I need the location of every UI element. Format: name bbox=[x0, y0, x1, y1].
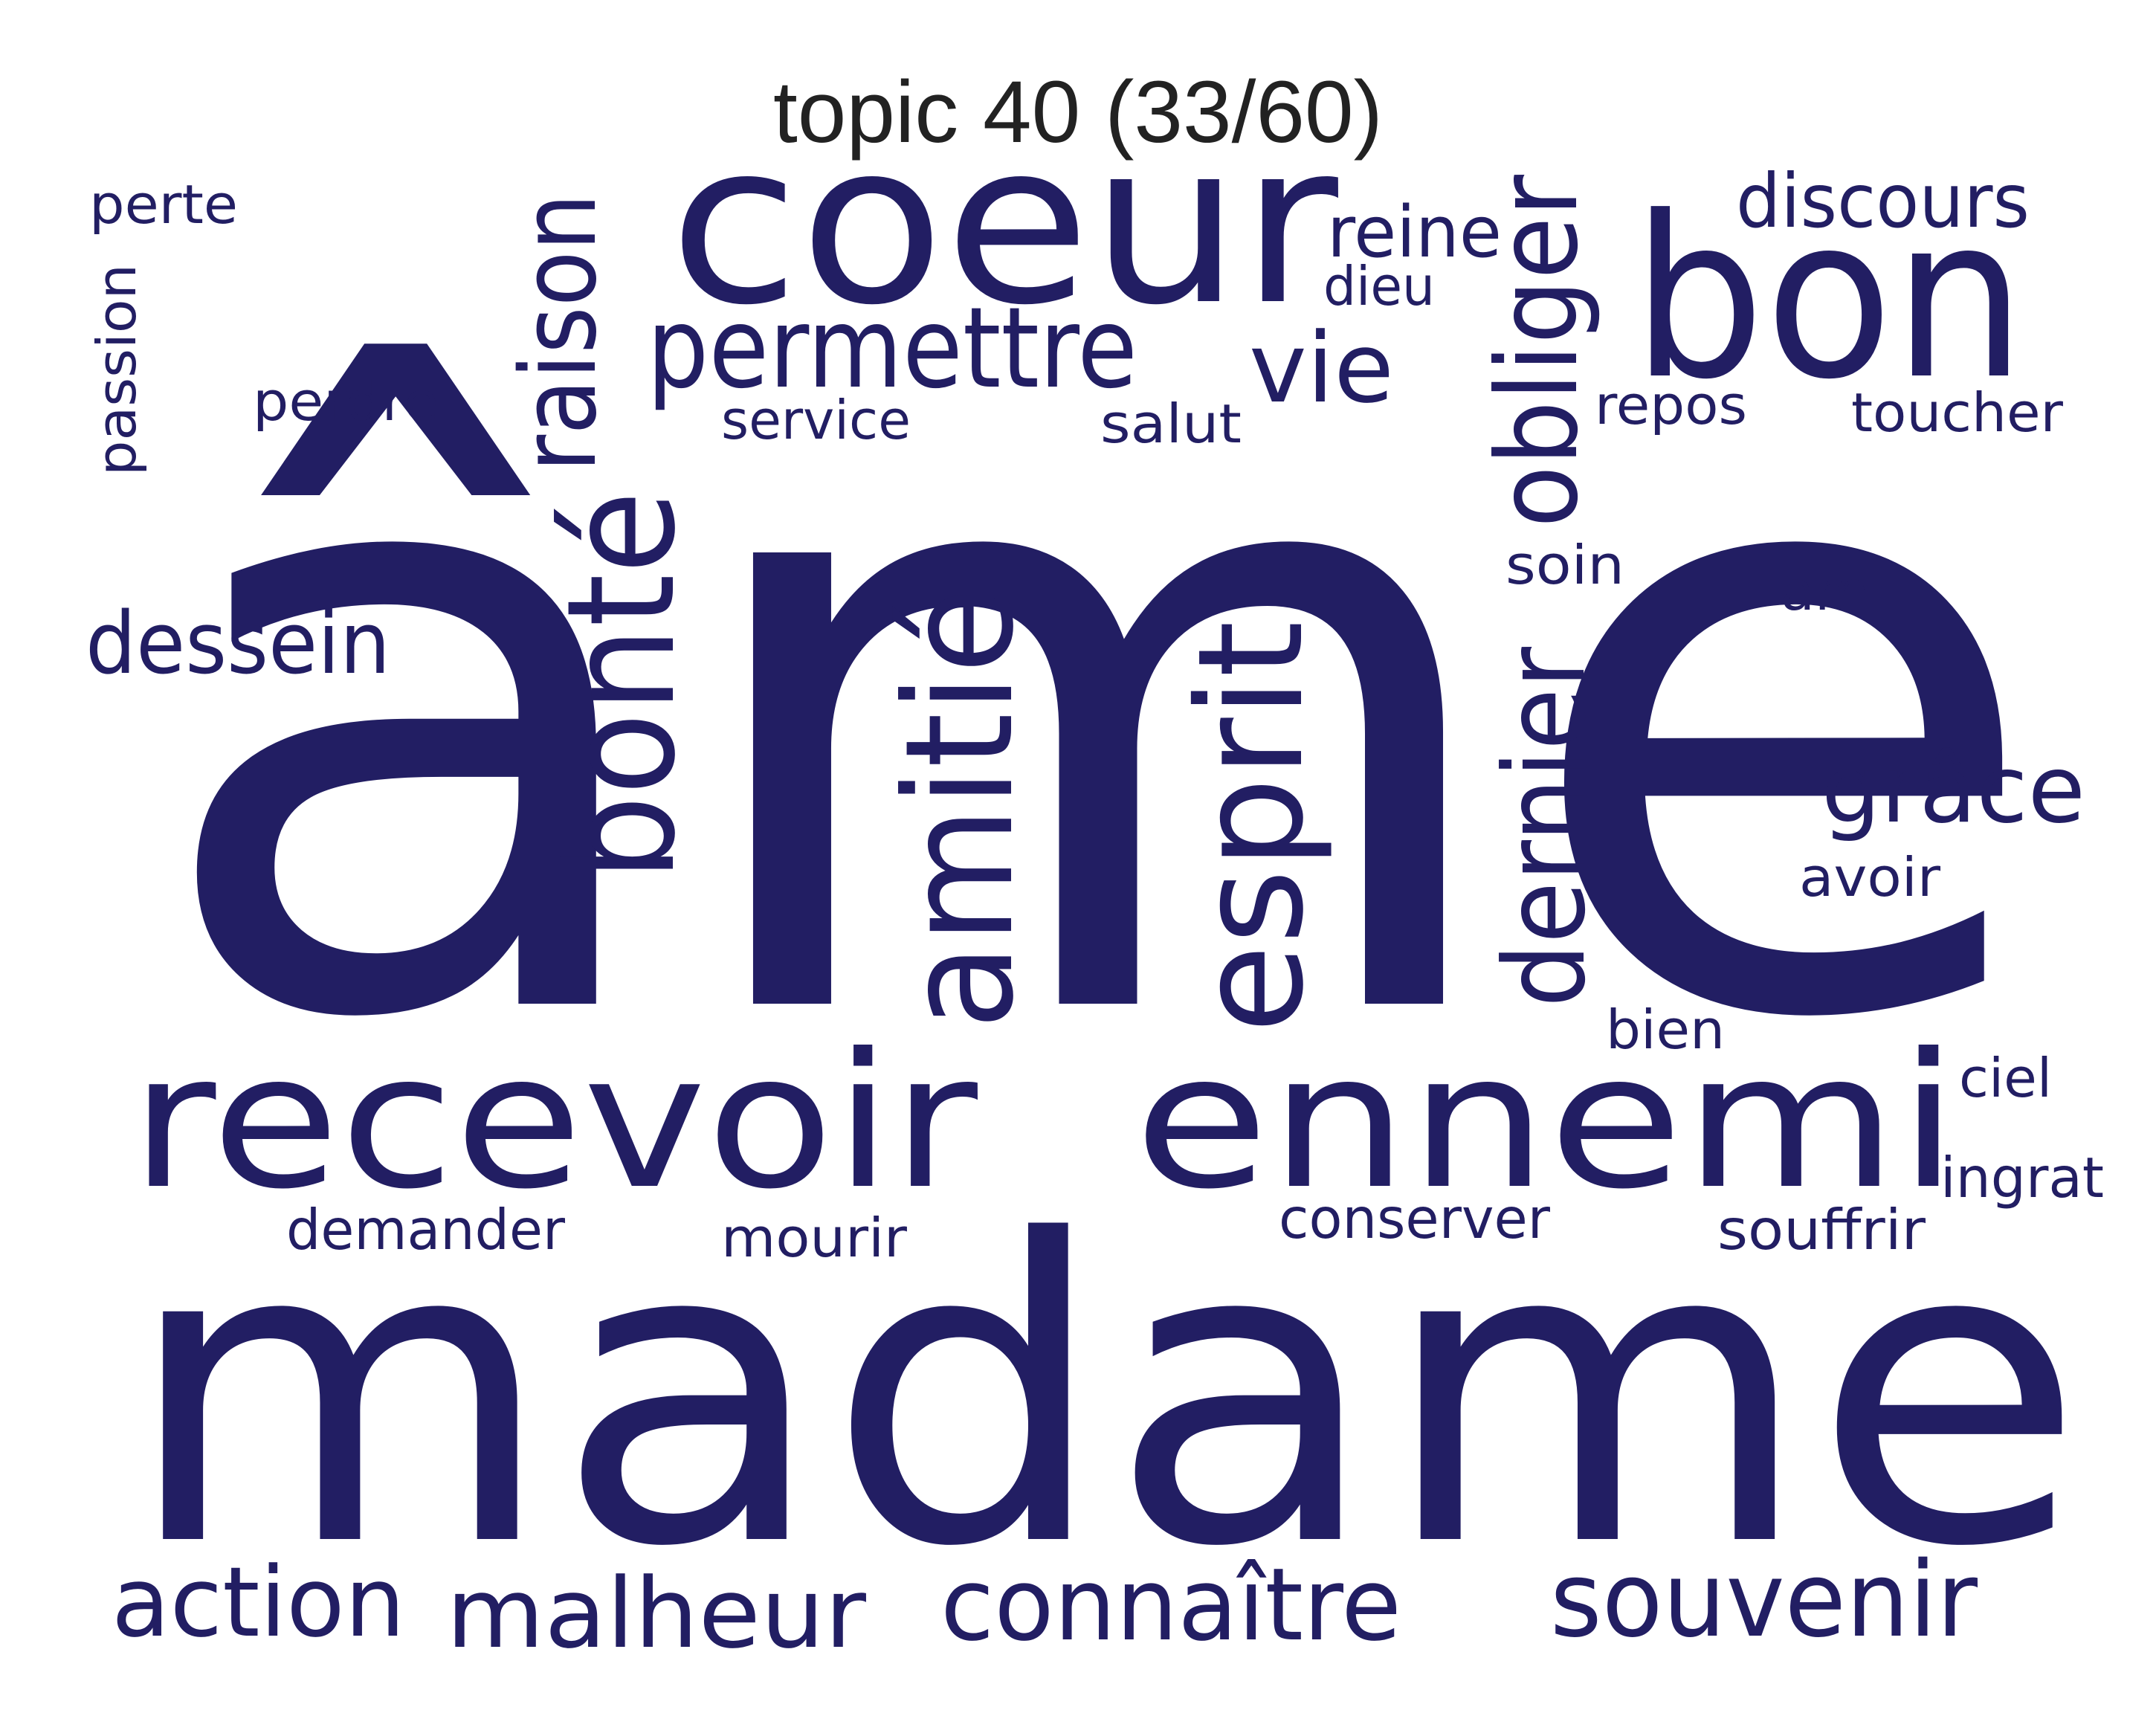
word-conserver: conserver bbox=[1279, 1186, 1550, 1251]
word-mourir: mourir bbox=[721, 1207, 907, 1269]
word-avoir: avoir bbox=[1799, 846, 1940, 909]
word-perte: perte bbox=[89, 173, 238, 236]
word-service: service bbox=[721, 389, 911, 451]
word-discours: discours bbox=[1736, 158, 2030, 245]
word-dernier: dernier bbox=[1481, 647, 1610, 1007]
word-dessein: dessein bbox=[85, 594, 390, 694]
word-malheur: malheur bbox=[446, 1557, 867, 1670]
word-souvenir: souvenir bbox=[1550, 1540, 1978, 1661]
word-grace: grâce bbox=[1821, 736, 2085, 844]
word-toucher: toucher bbox=[1851, 381, 2063, 444]
word-salut: salut bbox=[1100, 393, 1242, 455]
word-ami: ami bbox=[1781, 560, 1885, 622]
word-perdre: perdre bbox=[253, 370, 439, 433]
word-repos: repos bbox=[1595, 374, 1747, 436]
word-raison: raison bbox=[499, 193, 620, 472]
word-soin: soin bbox=[1505, 534, 1624, 596]
word-souffrir: souffrir bbox=[1717, 1197, 1926, 1262]
word-ingrat: ingrat bbox=[1940, 1145, 2104, 1210]
word-dieu: dieu bbox=[1323, 255, 1435, 317]
word-cloud: âmemadamecoeur bonrecevoir ennemiamitiébon… bbox=[85, 94, 2104, 1670]
word-action: action bbox=[112, 1546, 405, 1659]
word-amitie: amitié bbox=[874, 587, 1047, 1030]
word-esprit: esprit bbox=[1166, 621, 1335, 1033]
word-demander: demander bbox=[286, 1197, 565, 1262]
word-vie: vie bbox=[1249, 312, 1394, 425]
word-bonte: bonté bbox=[535, 491, 709, 881]
word-ciel: ciel bbox=[1959, 1047, 2052, 1109]
word-connaitre: connaître bbox=[940, 1546, 1401, 1663]
word-bien: bien bbox=[1606, 998, 1725, 1061]
word-passion: passion bbox=[85, 264, 148, 476]
